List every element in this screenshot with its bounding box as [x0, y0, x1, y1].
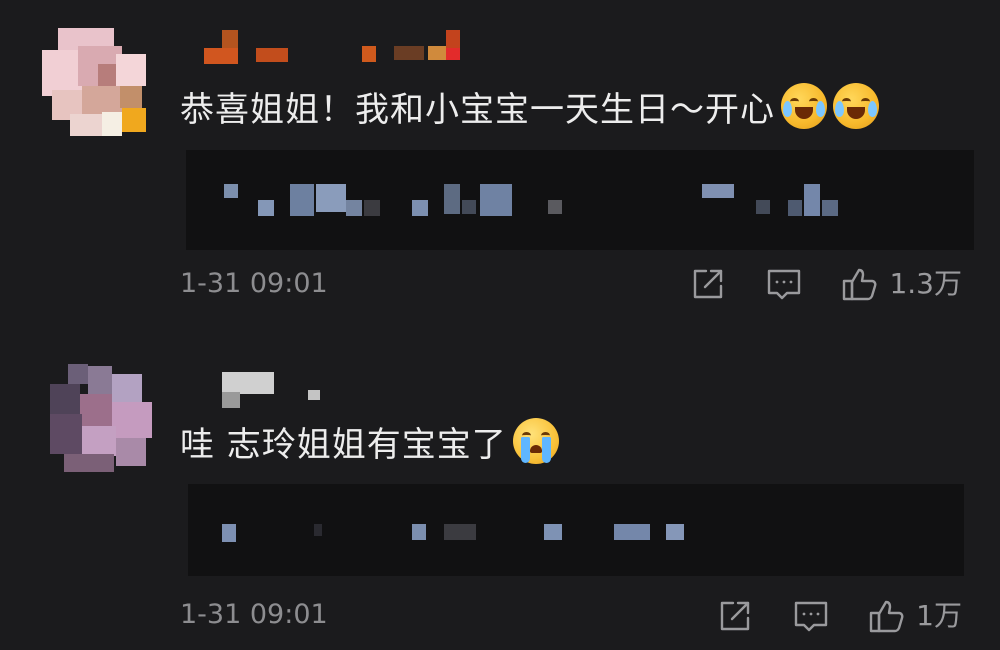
- laughing-crying-icon: [781, 83, 827, 129]
- like-count: 1万: [916, 599, 962, 632]
- reply-preview[interactable]: [188, 484, 964, 576]
- comment-text-content: 恭喜姐姐！我和小宝宝一天生日～开心: [180, 90, 775, 130]
- comment-item: 恭喜姐姐！我和小宝宝一天生日～开心 1-31 09:01 1.3万: [0, 0, 1000, 328]
- like-count: 1.3万: [889, 267, 962, 300]
- like-button[interactable]: 1万: [868, 597, 962, 635]
- thumbs-up-icon[interactable]: [841, 265, 879, 303]
- timestamp: 1-31 09:01: [180, 599, 328, 630]
- comment-icon[interactable]: [765, 265, 803, 303]
- comment-text-content: 哇 志玲姐姐有宝宝了: [180, 425, 507, 465]
- username[interactable]: [196, 22, 476, 64]
- avatar[interactable]: [44, 364, 156, 476]
- comment-actions: 1万: [716, 594, 962, 638]
- comment-icon[interactable]: [792, 597, 830, 635]
- thumbs-up-icon[interactable]: [868, 597, 906, 635]
- comment-item: 哇 志玲姐姐有宝宝了 1-31 09:01 1万: [0, 328, 1000, 650]
- avatar[interactable]: [42, 24, 154, 136]
- comment-text: 哇 志玲姐姐有宝宝了: [180, 418, 559, 467]
- like-button[interactable]: 1.3万: [841, 265, 962, 303]
- comment-text: 恭喜姐姐！我和小宝宝一天生日～开心: [180, 83, 879, 132]
- reply-preview[interactable]: [186, 150, 974, 250]
- laughing-crying-icon: [833, 83, 879, 129]
- loudly-crying-icon: [512, 418, 559, 464]
- share-icon[interactable]: [689, 265, 727, 303]
- share-icon[interactable]: [716, 597, 754, 635]
- username[interactable]: [218, 368, 498, 408]
- timestamp: 1-31 09:01: [180, 268, 328, 299]
- comment-actions: 1.3万: [689, 262, 962, 306]
